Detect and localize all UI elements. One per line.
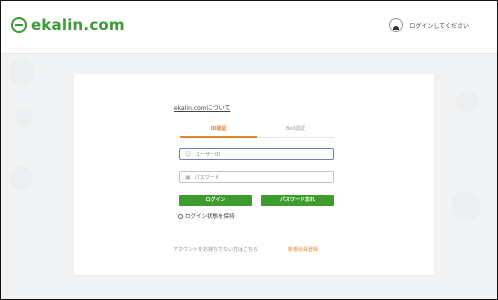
header-login-link[interactable]: ログインしてください	[389, 18, 469, 32]
background-circle	[451, 191, 481, 221]
site-logo[interactable]: ekalin.com	[11, 16, 125, 34]
background-circle	[9, 166, 33, 190]
avatar-icon	[389, 18, 404, 32]
remember-label: ログイン状態を保持	[185, 214, 235, 220]
user-id-field[interactable]: ☺ ユーザーID	[179, 148, 334, 160]
background-circle	[9, 59, 35, 85]
background-circle	[456, 91, 478, 113]
remember-login-option[interactable]: ログイン状態を保持	[178, 212, 235, 220]
remember-checkbox[interactable]	[178, 213, 183, 219]
background-circle	[15, 109, 33, 127]
logo-text: ekalin.com	[31, 16, 125, 34]
header-login-label: ログインしてください	[409, 22, 469, 30]
tab-bell-auth[interactable]: Bell認証	[257, 125, 334, 136]
auth-tabs: ID認証 Bell認証	[180, 125, 334, 138]
login-button[interactable]: ログイン	[179, 195, 252, 206]
site-header: ekalin.com ログインしてください	[1, 1, 497, 54]
signup-link[interactable]: 新規会員登録	[288, 246, 318, 253]
signup-question: アカウントをお持ちでない方はこちら	[173, 247, 259, 253]
tab-id-auth[interactable]: ID認証	[180, 125, 257, 138]
forgot-password-button[interactable]: パスワード忘れ	[261, 195, 334, 206]
lock-icon: ▣	[185, 173, 191, 181]
login-card: ekalin.comについて ID認証 Bell認証 ☺ ユーザーID ▣ パス…	[74, 74, 434, 275]
password-field[interactable]: ▣ パスワード	[179, 171, 334, 183]
password-placeholder: パスワード	[194, 174, 220, 181]
about-link[interactable]: ekalin.comについて	[174, 103, 230, 112]
user-icon: ☺	[185, 150, 192, 158]
browser-frame: ekalin.com ログインしてください ekalin.comについて ID認…	[0, 0, 498, 300]
ekalin-logo-icon	[11, 17, 27, 33]
user-id-placeholder: ユーザーID	[195, 151, 221, 158]
